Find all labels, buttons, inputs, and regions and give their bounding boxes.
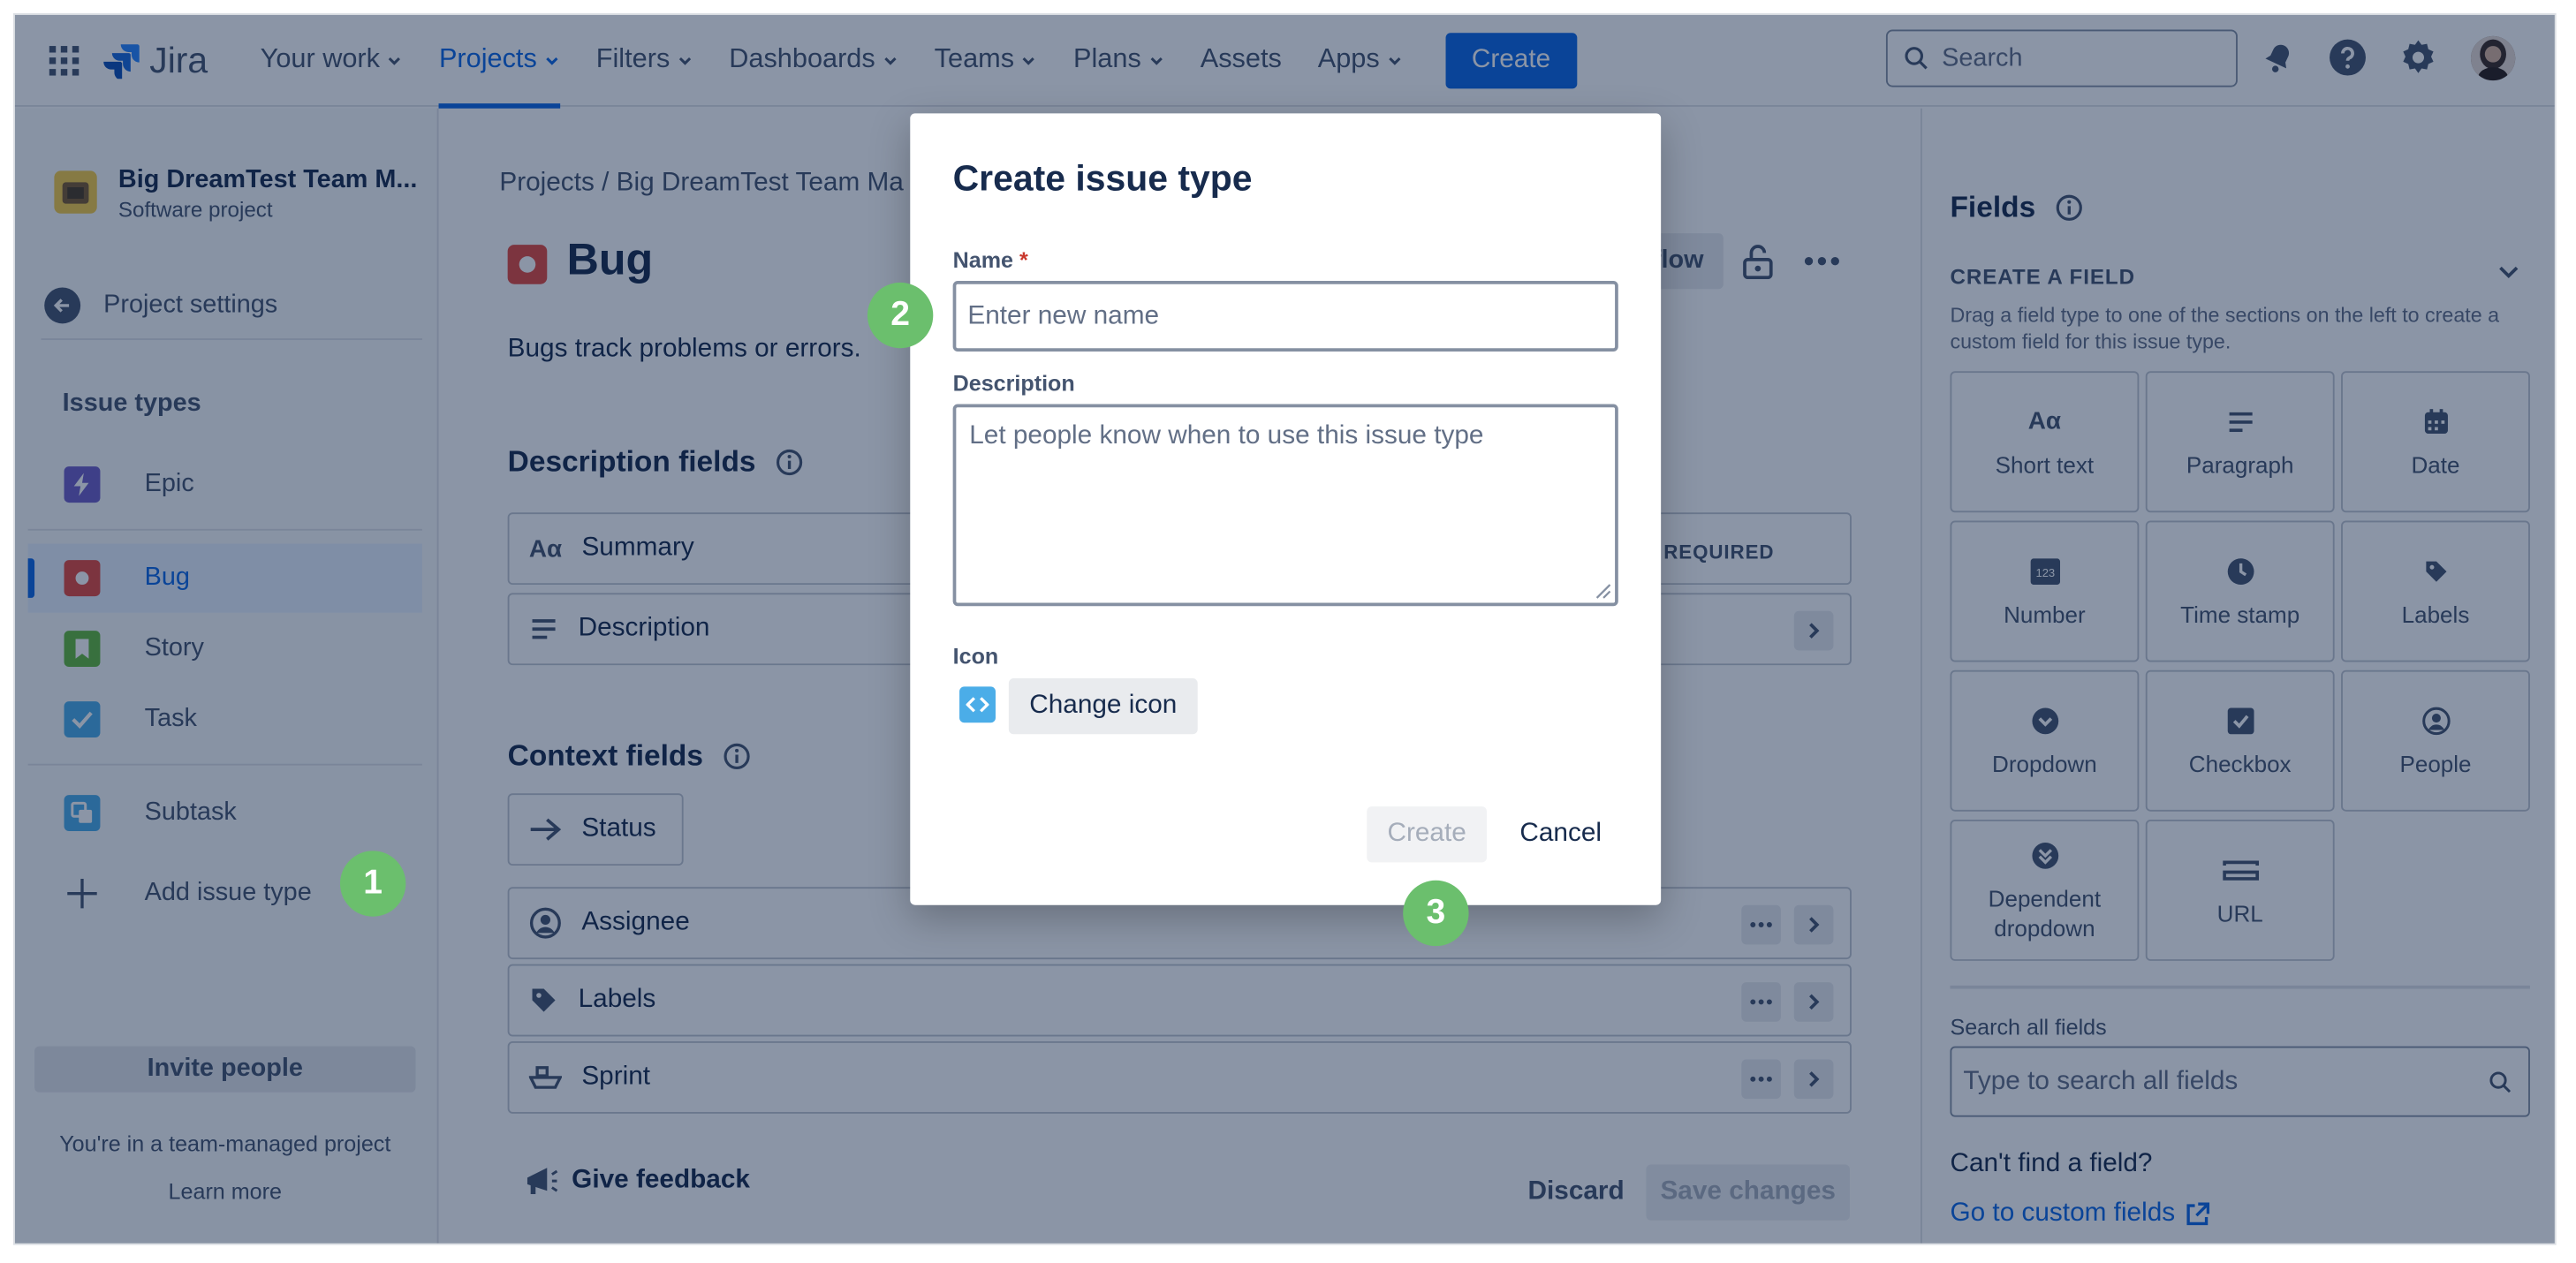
- jira-app: Jira Your work Projects Filters Dashboar…: [12, 12, 2557, 1245]
- create-issue-type-dialog: Create issue type Name * Enter new name …: [910, 113, 1662, 905]
- required-asterisk: *: [1019, 247, 1028, 273]
- icon-label: Icon: [952, 644, 999, 669]
- resize-handle-icon[interactable]: [1595, 583, 1612, 600]
- name-placeholder: Enter new name: [967, 301, 1160, 329]
- name-input[interactable]: Enter new name: [952, 281, 1618, 352]
- dialog-title: Create issue type: [952, 157, 1253, 200]
- step-badge-3: 3: [1403, 880, 1469, 947]
- change-icon-button[interactable]: Change icon: [1008, 678, 1198, 735]
- cancel-button[interactable]: Cancel: [1498, 806, 1623, 862]
- description-placeholder: Let people know when to use this issue t…: [969, 421, 1484, 450]
- name-label-text: Name: [952, 247, 1014, 273]
- code-icon: [959, 686, 996, 723]
- step-badge-2: 2: [867, 282, 934, 349]
- create-button[interactable]: Create: [1367, 806, 1488, 863]
- description-label: Description: [952, 371, 1075, 397]
- description-textarea[interactable]: Let people know when to use this issue t…: [952, 404, 1618, 607]
- step-badge-1: 1: [339, 851, 406, 917]
- name-label: Name *: [953, 248, 1028, 273]
